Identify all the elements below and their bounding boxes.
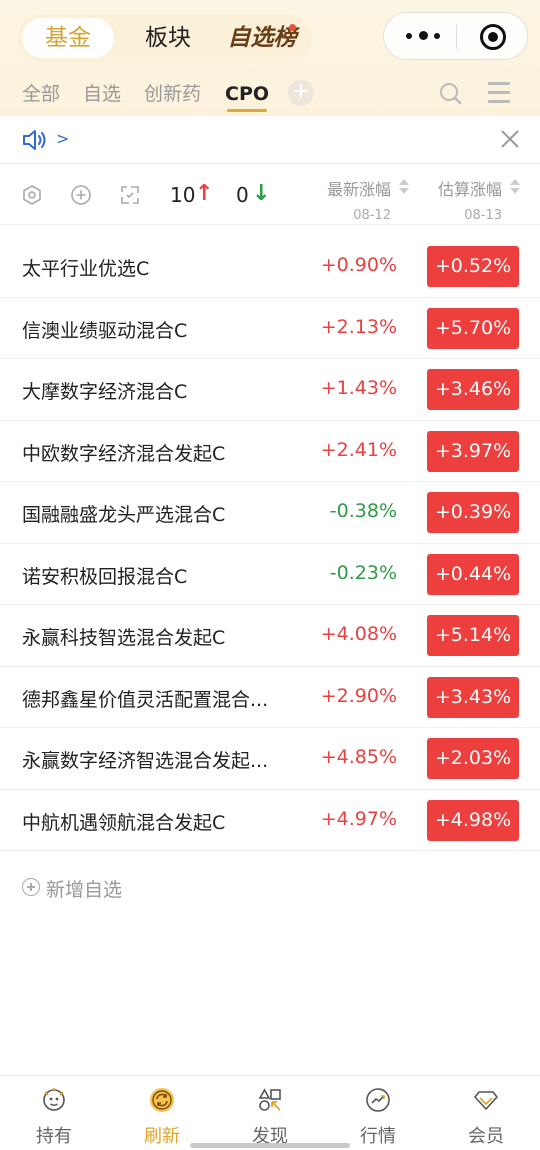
fund-estimated-change: +0.39% xyxy=(427,492,519,533)
fund-estimated-change: +2.03% xyxy=(427,738,519,779)
fund-name: 永赢数字经济智选混合发起... xyxy=(22,750,269,772)
fund-estimated-change: +3.46% xyxy=(427,369,519,410)
add-circle-icon xyxy=(22,878,40,896)
fund-row[interactable]: 中欧数字经济混合发起C +2.41% +3.97% xyxy=(0,421,540,482)
fund-latest-change: +2.90% xyxy=(320,684,397,707)
capsule-divider xyxy=(456,25,457,49)
header: 基金 板块 自选榜 全部 自选 创新药 CPO + xyxy=(0,0,540,116)
settings-icon[interactable] xyxy=(21,184,43,206)
notice-arrow[interactable]: > xyxy=(56,129,69,148)
refresh-icon xyxy=(150,1088,174,1112)
fund-name: 信澳业绩驱动混合C xyxy=(22,319,188,342)
down-arrow-icon: ↓ xyxy=(252,181,271,206)
menu-icon[interactable] xyxy=(488,82,512,104)
fund-estimated-change: +0.44% xyxy=(427,553,519,595)
fund-name: 中欧数字经济混合发起C xyxy=(22,442,226,465)
list-toolbar: 10 ↑ 0 ↓ 最新涨幅 08-12 估算涨幅 08-13 xyxy=(0,165,540,225)
nav-holdings-label: 持有 xyxy=(36,1126,72,1147)
more-icon[interactable] xyxy=(404,23,444,49)
sort-icon xyxy=(510,179,520,195)
fund-latest-change: +4.97% xyxy=(320,807,397,830)
speaker-icon xyxy=(23,130,46,150)
fund-row[interactable]: 国融融盛龙头严选混合C -0.38% +0.39% xyxy=(0,482,540,544)
fund-row[interactable]: 德邦鑫星价值灵活配置混合... +2.90% +3.43% xyxy=(0,667,540,728)
sync-icon[interactable] xyxy=(119,184,141,206)
discover-icon xyxy=(258,1088,281,1111)
tab-watchlist-ranking[interactable]: 自选榜 xyxy=(214,18,310,58)
nav-member[interactable]: 会员 xyxy=(432,1076,540,1150)
fund-latest-change: +4.08% xyxy=(320,623,397,645)
fund-latest-change: -0.38% xyxy=(329,500,397,522)
fund-estimated-change: +3.43% xyxy=(427,676,519,718)
tab-fund[interactable]: 基金 xyxy=(22,18,114,58)
fund-row[interactable]: 信澳业绩驱动混合C +2.13% +5.70% xyxy=(0,298,540,359)
sort-icon xyxy=(399,179,409,195)
fund-name: 中航机遇领航混合发起C xyxy=(22,811,226,834)
latest-change-date: 08-12 xyxy=(353,208,391,223)
fund-name: 太平行业优选C xyxy=(22,258,150,280)
fund-estimated-change: +0.52% xyxy=(427,246,519,287)
fund-estimated-change: +3.97% xyxy=(427,430,519,472)
main-tab-bar: 基金 板块 自选榜 xyxy=(18,14,312,62)
add-circle-icon[interactable] xyxy=(70,184,92,206)
fund-name: 德邦鑫星价值灵活配置混合... xyxy=(22,688,269,711)
fund-row[interactable]: 永赢数字经济智选混合发起... +4.85% +2.03% xyxy=(0,728,540,790)
market-icon xyxy=(366,1088,390,1112)
fund-list: 太平行业优选C +0.90% +0.52% 信澳业绩驱动混合C +2.13% +… xyxy=(0,236,540,851)
fund-name: 诺安积极回报混合C xyxy=(22,565,188,588)
mini-program-capsule xyxy=(383,12,528,60)
tab-watchlist-ranking-label: 自选榜 xyxy=(227,25,297,51)
subtab-all[interactable]: 全部 xyxy=(22,80,60,108)
fund-name: 国融融盛龙头严选混合C xyxy=(22,504,226,526)
subtab-cpo[interactable]: CPO xyxy=(225,80,269,112)
up-count: 10 xyxy=(170,183,196,207)
estimate-change-header[interactable]: 估算涨幅 08-13 xyxy=(436,176,520,223)
down-count: 0 xyxy=(236,183,249,207)
fund-estimated-change: +5.14% xyxy=(427,615,519,656)
add-tab-button[interactable]: + xyxy=(288,80,314,106)
subtab-innovative-drugs[interactable]: 创新药 xyxy=(144,80,201,108)
nav-holdings[interactable]: 持有 xyxy=(0,1076,108,1150)
fund-row[interactable]: 永赢科技智选混合发起C +4.08% +5.14% xyxy=(0,605,540,667)
notice-bar: > xyxy=(0,116,540,164)
tab-sector[interactable]: 板块 xyxy=(126,18,210,58)
close-program-icon[interactable] xyxy=(480,24,506,50)
fund-latest-change: +4.85% xyxy=(320,746,397,768)
fund-latest-change: +2.41% xyxy=(320,438,397,461)
search-icon[interactable] xyxy=(438,81,462,105)
fund-latest-change: +0.90% xyxy=(320,254,397,276)
fund-row[interactable]: 诺安积极回报混合C -0.23% +0.44% xyxy=(0,544,540,605)
fund-latest-change: -0.23% xyxy=(329,561,397,584)
nav-market[interactable]: 行情 xyxy=(324,1076,432,1150)
fund-latest-change: +2.13% xyxy=(320,315,397,338)
nav-member-label: 会员 xyxy=(468,1126,504,1147)
fund-estimated-change: +4.98% xyxy=(427,799,519,841)
fund-name: 永赢科技智选混合发起C xyxy=(22,627,226,649)
close-icon[interactable] xyxy=(499,128,521,150)
diamond-icon xyxy=(474,1091,498,1110)
fund-row[interactable]: 大摩数字经济混合C +1.43% +3.46% xyxy=(0,359,540,421)
up-arrow-icon: ↑ xyxy=(195,181,214,206)
nav-refresh[interactable]: 刷新 xyxy=(108,1076,216,1150)
bottom-nav: 持有 刷新 发现 行情 会员 xyxy=(0,1075,540,1150)
estimate-change-label: 估算涨幅 xyxy=(437,180,502,199)
fund-row[interactable]: 中航机遇领航混合发起C +4.97% +4.98% xyxy=(0,790,540,851)
subtab-favorites[interactable]: 自选 xyxy=(83,80,121,108)
fund-latest-change: +1.43% xyxy=(320,377,397,399)
new-dot-icon xyxy=(289,24,296,31)
latest-change-label: 最新涨幅 xyxy=(327,180,392,199)
add-favorite-label: 新增自选 xyxy=(46,879,123,901)
latest-change-header[interactable]: 最新涨幅 08-12 xyxy=(327,176,409,223)
fund-row[interactable]: 太平行业优选C +0.90% +0.52% xyxy=(0,236,540,298)
fund-name: 大摩数字经济混合C xyxy=(22,381,188,403)
holdings-icon xyxy=(43,1088,65,1111)
nav-discover[interactable]: 发现 xyxy=(216,1076,324,1150)
fund-estimated-change: +5.70% xyxy=(427,307,519,349)
estimate-change-date: 08-13 xyxy=(464,208,502,223)
home-indicator[interactable] xyxy=(190,1143,350,1148)
